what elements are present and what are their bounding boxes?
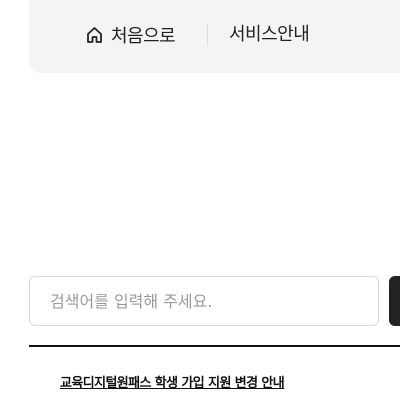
home-icon [86, 26, 103, 44]
list-top-divider [29, 345, 400, 347]
home-label: 처음으로 [111, 26, 176, 47]
home-link[interactable]: 처음으로 [86, 22, 176, 48]
breadcrumb-divider [207, 24, 208, 46]
breadcrumb [29, 0, 400, 73]
search-input[interactable] [29, 276, 379, 326]
search-button[interactable] [389, 276, 400, 326]
breadcrumb-item-service-guide[interactable]: 서비스안내 [229, 22, 310, 48]
notice-link[interactable]: 교육디지털원패스 학생 가입 지원 변경 안내 [60, 372, 285, 391]
page: 처음으로 서비스안내 교육디지털원패스 학생 가입 지원 변경 안내 [0, 0, 400, 400]
